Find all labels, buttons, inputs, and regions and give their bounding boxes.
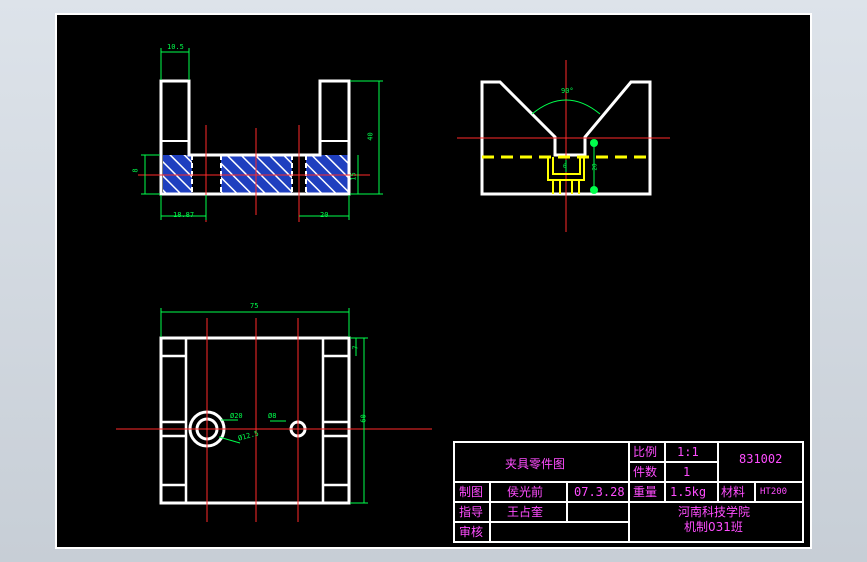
top-outline — [159, 336, 351, 505]
dim-d4: 15 — [349, 172, 358, 181]
dim-d6: 20 — [320, 211, 329, 219]
guide-label: 指导 — [459, 505, 484, 519]
dim-hole1: Ø20 — [230, 412, 243, 420]
front-hatch-left — [163, 155, 192, 193]
front-hatch-right — [306, 155, 349, 193]
dim-height: 60 — [359, 414, 368, 423]
drawing-canvas — [116, 48, 804, 543]
drawn-label: 制图 — [459, 485, 484, 499]
dim-d1: 10.5 — [167, 43, 184, 51]
drawn-date: 07.3.28 — [574, 485, 625, 499]
dim-d3: 8 — [131, 168, 140, 173]
front-view — [138, 48, 383, 222]
drawn-name: 侯光前 — [507, 485, 544, 499]
dim-d8: 20 — [591, 163, 599, 171]
dim-d7: 6 — [563, 163, 567, 170]
material-value: HT200 — [760, 487, 788, 497]
part-name: 夹具零件图 — [505, 457, 566, 471]
scale-label: 比例 — [633, 445, 658, 459]
qty-value: 1 — [683, 465, 691, 479]
weight-value: 1.5kg — [670, 485, 707, 499]
dim-angle: 90° — [561, 87, 574, 95]
side-view — [457, 60, 670, 232]
qty-label: 件数 — [633, 465, 658, 479]
scale-value: 1:1 — [677, 445, 699, 459]
dim-d5: 18.87 — [173, 211, 195, 219]
dim-d2: 40 — [366, 132, 375, 141]
dim-hole3: Ø8 — [268, 412, 277, 420]
school-name: 河南科技学院 — [678, 505, 751, 519]
dim-width: 75 — [250, 302, 259, 310]
weight-label: 重量 — [633, 485, 658, 499]
material-label: 材料 — [721, 485, 746, 499]
class-name: 机制031班 — [684, 520, 743, 534]
guide-name: 王占奎 — [507, 505, 544, 519]
dim-d9: 7 — [351, 345, 360, 350]
drawing-number: 831002 — [739, 452, 783, 466]
review-label: 审核 — [459, 525, 484, 539]
